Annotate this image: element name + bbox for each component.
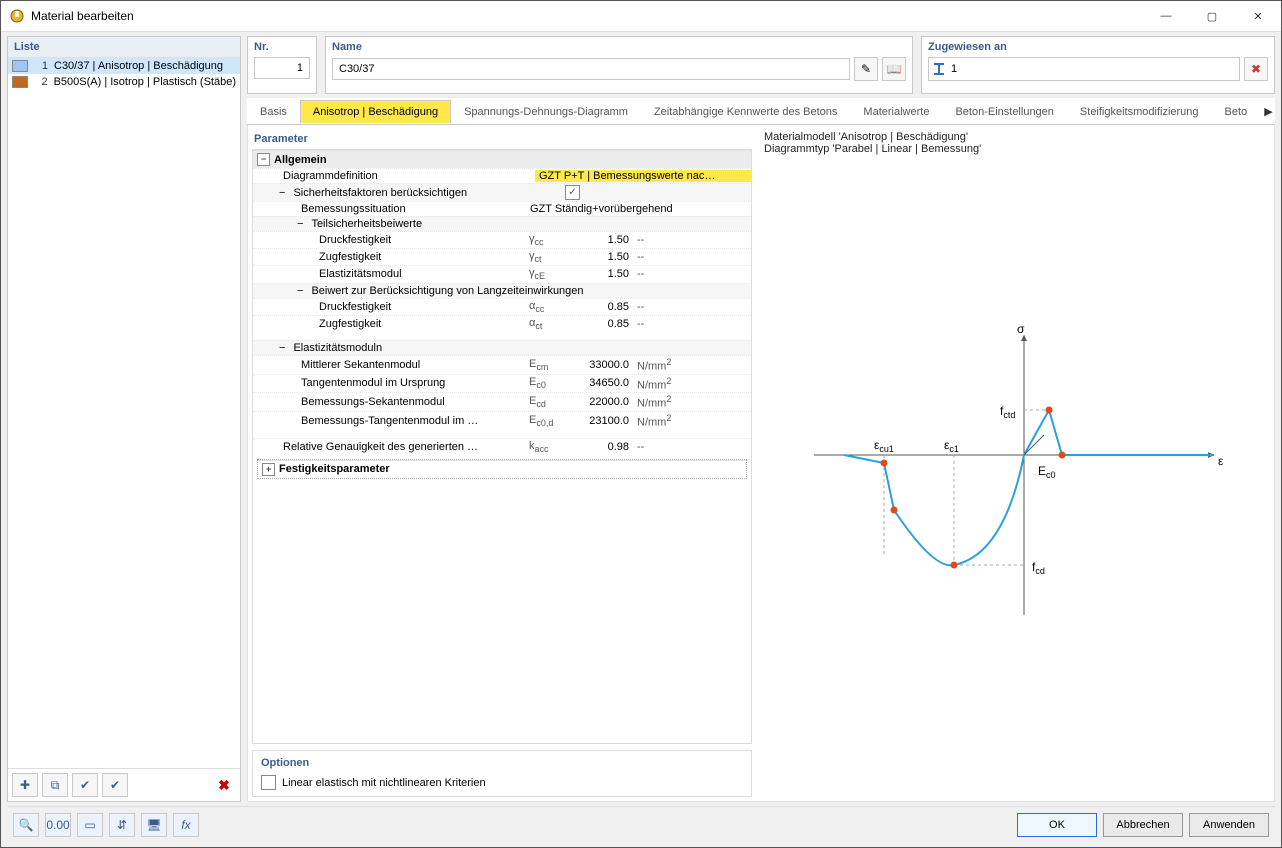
row-tensile-strength[interactable]: Zugfestigkeit γct 1.50-- bbox=[253, 248, 751, 265]
tab-overflow[interactable]: Beto bbox=[1212, 100, 1261, 123]
parameter-header: Parameter bbox=[252, 129, 752, 149]
row-compressive-strength[interactable]: Druckfestigkeit γcc 1.50-- bbox=[253, 231, 751, 248]
row-ecm[interactable]: Mittlerer Sekantenmodul Ecm 33000.0N/mm2 bbox=[253, 355, 751, 374]
apply-button[interactable]: ✔ bbox=[72, 773, 98, 797]
row-longterm-factor[interactable]: − Beiwert zur Berücksichtigung von Langz… bbox=[253, 283, 751, 298]
collapse-icon[interactable]: − bbox=[297, 285, 303, 297]
stress-strain-diagram: σ ε bbox=[794, 315, 1234, 635]
window-title: Material bearbeiten bbox=[31, 9, 1143, 23]
material-list-pane: Liste 1 C30/37 | Anisotrop | Beschädigun… bbox=[7, 36, 241, 802]
list-item-number: 2 bbox=[34, 76, 48, 88]
tab-scroll-right[interactable]: ▶ bbox=[1260, 105, 1275, 118]
formula-button[interactable]: fx bbox=[173, 813, 199, 837]
tab-basis[interactable]: Basis bbox=[247, 100, 300, 123]
nr-input[interactable] bbox=[254, 57, 310, 79]
name-input[interactable] bbox=[332, 58, 850, 80]
collapse-icon[interactable]: − bbox=[279, 187, 285, 199]
list-item[interactable]: 1 C30/37 | Anisotrop | Beschädigung bbox=[8, 58, 240, 74]
collapse-icon[interactable]: − bbox=[297, 218, 303, 230]
color-swatch bbox=[12, 76, 28, 88]
list-item-label: B500S(A) | Isotrop | Plastisch (Stäbe) bbox=[54, 76, 236, 88]
svg-text:εcu1: εcu1 bbox=[874, 438, 894, 454]
assigned-to-display[interactable]: 1 bbox=[928, 57, 1240, 81]
display-button[interactable]: 🖥 bbox=[141, 813, 167, 837]
list-header: Liste bbox=[8, 37, 240, 58]
sort-button[interactable]: ⇵ bbox=[109, 813, 135, 837]
row-alpha-cc[interactable]: Druckfestigkeit αcc 0.85-- bbox=[253, 298, 751, 315]
close-button[interactable]: ✕ bbox=[1235, 1, 1281, 31]
copy-item-button[interactable]: ⧉ bbox=[42, 773, 68, 797]
safety-factors-checkbox[interactable]: ✓ bbox=[565, 185, 580, 200]
delete-item-button[interactable]: ✖ bbox=[212, 774, 236, 796]
cancel-button[interactable]: Abbrechen bbox=[1103, 813, 1183, 837]
list-item-label: C30/37 | Anisotrop | Beschädigung bbox=[54, 60, 223, 72]
name-field-group: Name ✎ 📖 bbox=[325, 36, 913, 94]
row-emodulus[interactable]: Elastizitätsmodul γcE 1.50-- bbox=[253, 265, 751, 282]
diagram-title-1: Materialmodell 'Anisotrop | Beschädigung… bbox=[764, 131, 1264, 143]
ok-button[interactable]: OK bbox=[1017, 813, 1097, 837]
tab-bar: Basis Anisotrop | Beschädigung Spannungs… bbox=[247, 98, 1275, 125]
color-swatch bbox=[12, 60, 28, 72]
parameter-tree[interactable]: −Allgemein Diagrammdefinition GZT P+T | … bbox=[252, 149, 752, 744]
tab-time-dependent[interactable]: Zeitabhängige Kennwerte des Betons bbox=[641, 100, 850, 123]
collapse-icon[interactable]: − bbox=[279, 342, 285, 354]
options-header: Optionen bbox=[261, 757, 743, 775]
tab-stress-strain[interactable]: Spannungs-Dehnungs-Diagramm bbox=[451, 100, 641, 123]
svg-text:fcd: fcd bbox=[1032, 560, 1045, 576]
tab-stiffness-mod[interactable]: Steifigkeitsmodifizierung bbox=[1067, 100, 1212, 123]
linear-elastic-checkbox[interactable] bbox=[261, 775, 276, 790]
row-diagram-definition[interactable]: Diagrammdefinition GZT P+T | Bemessungsw… bbox=[253, 168, 751, 183]
options-panel: Optionen Linear elastisch mit nichtlinea… bbox=[252, 750, 752, 797]
apply-button[interactable]: Anwenden bbox=[1189, 813, 1269, 837]
svg-text:εc1: εc1 bbox=[944, 438, 959, 454]
group-allgemein[interactable]: −Allgemein bbox=[253, 150, 751, 168]
units-button[interactable]: 0.00 bbox=[45, 813, 71, 837]
app-icon bbox=[9, 8, 25, 24]
nr-field-group: Nr. bbox=[247, 36, 317, 94]
diagram-title-2: Diagrammtyp 'Parabel | Linear | Bemessun… bbox=[764, 143, 1264, 155]
new-item-button[interactable]: ✚ bbox=[12, 773, 38, 797]
clear-assignment-button[interactable]: ✖ bbox=[1244, 57, 1268, 81]
tab-material-values[interactable]: Materialwerte bbox=[850, 100, 942, 123]
row-ec0[interactable]: Tangentenmodul im Ursprung Ec0 34650.0N/… bbox=[253, 374, 751, 393]
row-safety-factors[interactable]: − Sicherheitsfaktoren berücksichtigen ✓ bbox=[253, 183, 751, 201]
row-partial-safety[interactable]: − Teilsicherheitsbeiwerte bbox=[253, 216, 751, 231]
linear-elastic-option[interactable]: Linear elastisch mit nichtlinearen Krite… bbox=[261, 775, 743, 790]
minimize-button[interactable]: — bbox=[1143, 1, 1189, 31]
tab-concrete-settings[interactable]: Beton-Einstellungen bbox=[942, 100, 1066, 123]
svg-text:ε: ε bbox=[1218, 454, 1224, 468]
maximize-button[interactable]: ▢ bbox=[1189, 1, 1235, 31]
diagram-panel: Materialmodell 'Anisotrop | Beschädigung… bbox=[758, 129, 1270, 797]
titlebar: Material bearbeiten — ▢ ✕ bbox=[1, 1, 1281, 32]
list-toolbar: ✚ ⧉ ✔ ✔ ✖ bbox=[8, 768, 240, 801]
apply-all-button[interactable]: ✔ bbox=[102, 773, 128, 797]
ibeam-icon bbox=[933, 63, 945, 75]
svg-text:Ec0: Ec0 bbox=[1038, 464, 1056, 480]
assigned-to-value: 1 bbox=[951, 63, 957, 75]
group-strength-params[interactable]: +Festigkeitsparameter bbox=[258, 460, 746, 478]
assigned-to-label: Zugewiesen an bbox=[928, 39, 1268, 57]
row-emoduli-group[interactable]: − Elastizitätsmoduln bbox=[253, 340, 751, 355]
tab-anisotrop[interactable]: Anisotrop | Beschädigung bbox=[300, 100, 451, 123]
dialog-footer: 🔍 0.00 ▭ ⇵ 🖥 fx OK Abbrechen Anwenden bbox=[7, 806, 1275, 843]
assigned-to-group: Zugewiesen an 1 ✖ bbox=[921, 36, 1275, 94]
help-button[interactable]: 🔍 bbox=[13, 813, 39, 837]
row-relative-accuracy[interactable]: Relative Genauigkeit des generierten … k… bbox=[253, 438, 751, 455]
row-ec0d[interactable]: Bemessungs-Tangentenmodul im … Ec0,d 231… bbox=[253, 411, 751, 430]
row-alpha-ct[interactable]: Zugfestigkeit αct 0.85-- bbox=[253, 315, 751, 332]
list-item-number: 1 bbox=[34, 60, 48, 72]
svg-text:fctd: fctd bbox=[1000, 404, 1015, 420]
row-design-situation[interactable]: Bemessungssituation GZT Ständig+vorüberg… bbox=[253, 201, 751, 216]
edit-name-button[interactable]: ✎ bbox=[854, 57, 878, 81]
row-ecd[interactable]: Bemessungs-Sekantenmodul Ecd 22000.0N/mm… bbox=[253, 392, 751, 411]
expand-icon[interactable]: + bbox=[262, 463, 275, 476]
collapse-icon[interactable]: − bbox=[257, 153, 270, 166]
list-item[interactable]: 2 B500S(A) | Isotrop | Plastisch (Stäbe) bbox=[8, 74, 240, 90]
view-button[interactable]: ▭ bbox=[77, 813, 103, 837]
nr-label: Nr. bbox=[254, 39, 310, 57]
svg-text:σ: σ bbox=[1017, 322, 1025, 336]
library-button[interactable]: 📖 bbox=[882, 57, 906, 81]
name-label: Name bbox=[332, 39, 906, 57]
